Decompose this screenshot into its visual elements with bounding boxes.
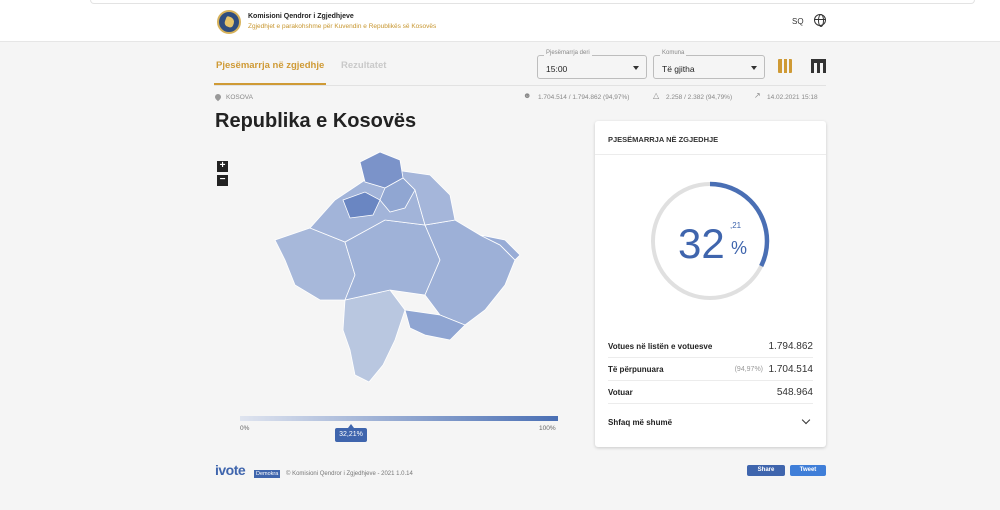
- row-label: Votues në listën e votuesve: [608, 342, 713, 351]
- map-region-south[interactable]: [342, 289, 406, 383]
- tabs-divider: [214, 85, 826, 86]
- turnout-decimal: ,21: [730, 221, 742, 230]
- region-title: Republika e Kosovës: [215, 110, 417, 132]
- time-select[interactable]: Pjesëmarrja deri 15:00: [537, 50, 647, 79]
- row-value: 548.964: [776, 387, 813, 398]
- voters-icon: ☻: [523, 91, 532, 100]
- turnout-percent-sign: %: [731, 238, 748, 258]
- twitter-tweet-button[interactable]: Tweet: [790, 465, 826, 476]
- browser-edge: [90, 0, 975, 4]
- legend-marker: 32,21%: [335, 424, 367, 442]
- ivote-badge: Demokra: [254, 470, 281, 478]
- map-region-east[interactable]: [424, 219, 516, 326]
- caret-down-icon: [633, 66, 639, 70]
- top-header: Komisioni Qendror i Zgjedhjeve Zgjedhjet…: [0, 0, 1000, 42]
- chevron-down-icon[interactable]: [801, 415, 811, 425]
- copyright-text: © Komisioni Qendror i Zgjedhjeve - 2021 …: [286, 471, 413, 477]
- row-label: Votuar: [608, 388, 633, 397]
- map-view-icon[interactable]: [778, 59, 792, 73]
- table-view-icon[interactable]: [811, 59, 826, 73]
- row-processed: Të përpunuara (94,97%) 1.704.514: [608, 359, 813, 381]
- globe-icon[interactable]: [814, 14, 826, 27]
- komuna-select-value: Të gjitha: [662, 64, 695, 74]
- updated-stat: 14.02.2021 15:18: [767, 94, 818, 101]
- legend-gradient: [240, 416, 558, 421]
- tab-results[interactable]: Rezultatet: [341, 60, 386, 71]
- row-registered-voters: Votues në listën e votuesve 1.794.862: [608, 336, 813, 358]
- show-more-button[interactable]: Shfaq më shumë: [608, 418, 672, 427]
- caret-down-icon: [751, 66, 757, 70]
- row-voted: Votuar 548.964: [608, 382, 813, 404]
- voters-stat: 1.704.514 / 1.794.862 (94,97%): [538, 94, 630, 101]
- share-label: Share: [757, 467, 775, 473]
- org-subtitle: Zgjedhjet e parakohshme për Kuvendin e R…: [248, 23, 437, 30]
- time-select-value: 15:00: [546, 64, 568, 74]
- org-name: Komisioni Qendror i Zgjedhjeve: [248, 13, 354, 20]
- language-selector[interactable]: SQ: [792, 17, 804, 26]
- stations-stat: 2.258 / 2.382 (94,79%): [666, 94, 733, 101]
- polling-station-icon: △: [653, 91, 660, 100]
- turnout-integer: 32: [678, 220, 725, 267]
- row-value: 1.704.514: [768, 364, 814, 375]
- kosovo-map[interactable]: [265, 150, 530, 385]
- row-label: Të përpunuara: [608, 365, 664, 374]
- komuna-select[interactable]: Komuna Të gjitha: [653, 50, 765, 79]
- zoom-out-button[interactable]: −: [217, 175, 228, 186]
- tweet-label: Tweet: [799, 467, 817, 473]
- card-title: PJESËMARRJA NË ZGJEDHJE: [608, 135, 719, 144]
- legend-min-label: 0%: [240, 425, 250, 432]
- zoom-in-button[interactable]: +: [217, 161, 228, 172]
- breadcrumb[interactable]: KOSOVA: [226, 94, 253, 101]
- facebook-share-button[interactable]: Share: [747, 465, 785, 476]
- card-divider: [595, 154, 826, 155]
- row-value: 1.794.862: [768, 341, 814, 352]
- komuna-select-label: Komuna: [660, 50, 687, 56]
- update-icon: ↗: [754, 91, 761, 100]
- legend-max-label: 100%: [539, 425, 556, 432]
- tab-turnout[interactable]: Pjesëmarrja në zgjedhje: [216, 60, 324, 71]
- turnout-card: PJESËMARRJA NË ZGJEDHJE 32 ,21 % Votues …: [595, 121, 826, 447]
- kqz-logo[interactable]: [217, 10, 241, 34]
- row-note: (94,97%): [734, 366, 763, 373]
- time-select-label: Pjesëmarrja deri: [544, 50, 592, 56]
- ivote-logo[interactable]: ivote: [215, 462, 246, 478]
